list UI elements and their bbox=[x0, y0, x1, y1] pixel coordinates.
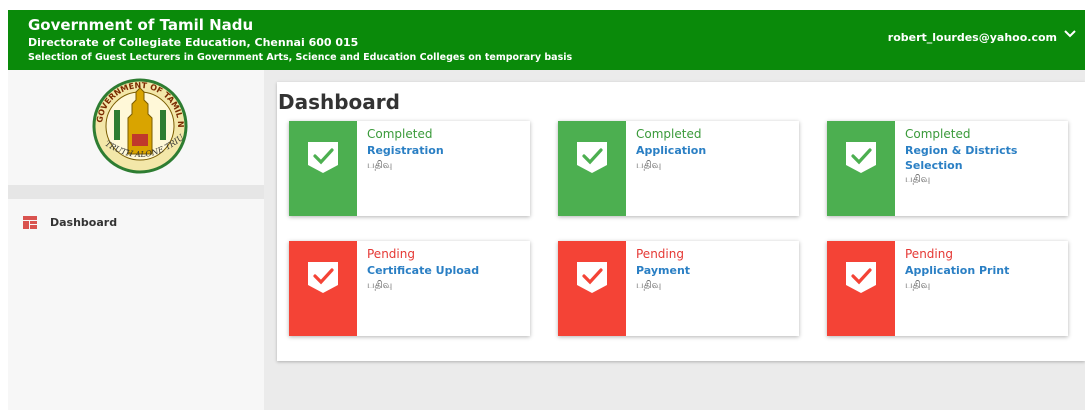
card-subtitle: பதிவு bbox=[905, 174, 931, 185]
status-strip bbox=[289, 121, 357, 216]
sidebar-item-label: Dashboard bbox=[50, 216, 118, 229]
page-title: Dashboard bbox=[278, 90, 400, 114]
header-subtitle: Directorate of Collegiate Education, Che… bbox=[28, 36, 359, 49]
status-strip bbox=[558, 121, 626, 216]
sidebar: GOVERNMENT OF TAMIL NADU TRUTH ALONE TRI… bbox=[8, 70, 264, 410]
sidebar-divider bbox=[8, 185, 264, 199]
card-certificate-upload[interactable]: Pending Certificate Upload பதிவு bbox=[289, 241, 530, 336]
shield-check-icon bbox=[577, 142, 607, 173]
sidebar-item-dashboard[interactable]: Dashboard bbox=[8, 210, 264, 236]
card-subtitle: பதிவு bbox=[636, 280, 662, 291]
card-title[interactable]: Certificate Upload bbox=[367, 263, 517, 278]
card-status: Pending bbox=[905, 247, 953, 261]
card-status: Pending bbox=[367, 247, 415, 261]
status-strip bbox=[827, 241, 895, 336]
card-application-print[interactable]: Pending Application Print பதிவு bbox=[827, 241, 1068, 336]
card-subtitle: பதிவு bbox=[636, 160, 662, 171]
card-payment[interactable]: Pending Payment பதிவு bbox=[558, 241, 799, 336]
card-title[interactable]: Registration bbox=[367, 143, 517, 158]
card-title[interactable]: Region & Districts Selection bbox=[905, 143, 1025, 173]
card-title[interactable]: Application Print bbox=[905, 263, 1055, 278]
status-strip bbox=[558, 241, 626, 336]
card-status: Completed bbox=[905, 127, 971, 141]
header-tagline: Selection of Guest Lecturers in Governme… bbox=[28, 52, 573, 63]
shield-check-icon bbox=[308, 142, 338, 173]
card-status: Completed bbox=[367, 127, 433, 141]
dashboard-icon bbox=[23, 216, 37, 229]
status-strip bbox=[289, 241, 357, 336]
card-subtitle: பதிவு bbox=[367, 160, 393, 171]
card-title[interactable]: Payment bbox=[636, 263, 786, 278]
top-header: Government of Tamil Nadu Directorate of … bbox=[8, 10, 1085, 70]
card-region-districts[interactable]: Completed Region & Districts Selection ப… bbox=[827, 121, 1068, 216]
card-registration[interactable]: Completed Registration பதிவு bbox=[289, 121, 530, 216]
header-title: Government of Tamil Nadu bbox=[28, 16, 254, 34]
card-title[interactable]: Application bbox=[636, 143, 786, 158]
shield-check-icon bbox=[577, 262, 607, 293]
shield-check-icon bbox=[846, 262, 876, 293]
card-subtitle: பதிவு bbox=[367, 280, 393, 291]
chevron-down-icon[interactable] bbox=[1062, 26, 1078, 42]
card-application[interactable]: Completed Application பதிவு bbox=[558, 121, 799, 216]
user-email[interactable]: robert_lourdes@yahoo.com bbox=[888, 31, 1057, 44]
tamil-nadu-emblem-logo: GOVERNMENT OF TAMIL NADU TRUTH ALONE TRI… bbox=[88, 74, 188, 174]
shield-check-icon bbox=[308, 262, 338, 293]
card-status: Completed bbox=[636, 127, 702, 141]
card-status: Pending bbox=[636, 247, 684, 261]
card-subtitle: பதிவு bbox=[905, 280, 931, 291]
shield-check-icon bbox=[846, 142, 876, 173]
status-strip bbox=[827, 121, 895, 216]
